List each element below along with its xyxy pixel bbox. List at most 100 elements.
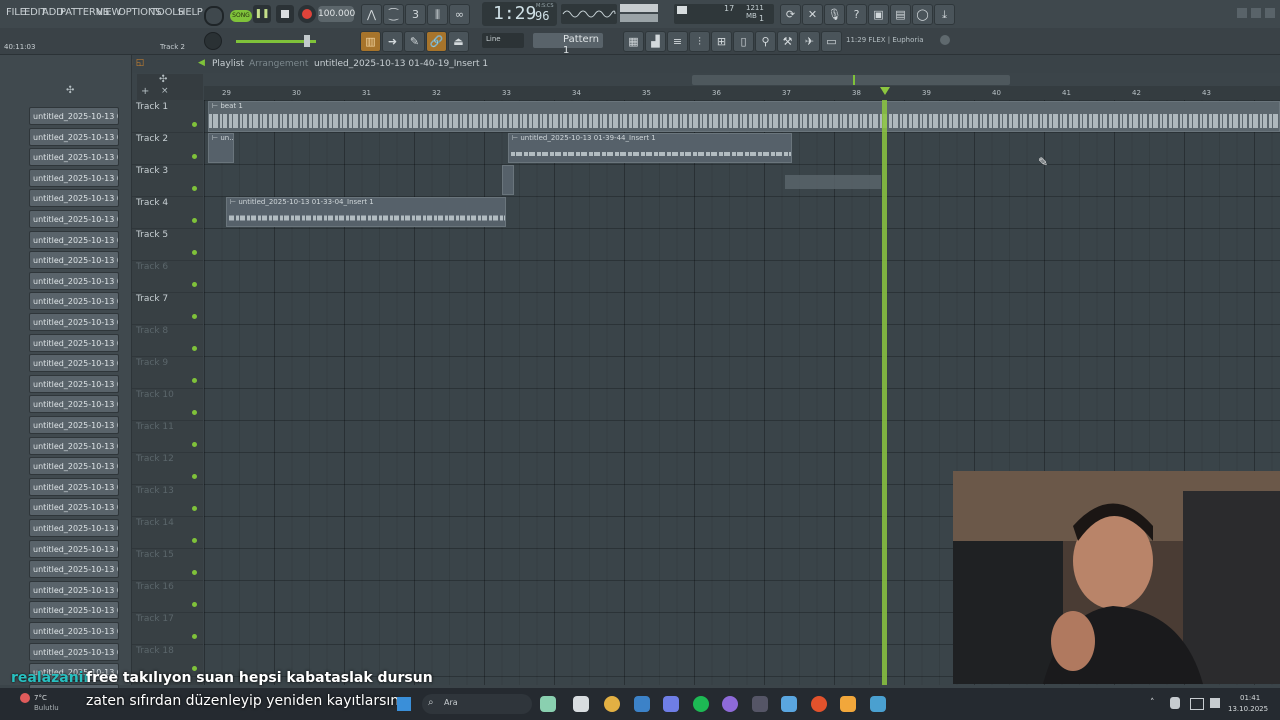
collapse-icon[interactable]: ×	[161, 86, 169, 96]
playlist-icon[interactable]: ▦	[623, 31, 644, 52]
clip-beat[interactable]: ⊢ beat 1	[208, 101, 1280, 132]
track-header[interactable]: Track 4	[132, 196, 203, 229]
media-icon[interactable]	[811, 696, 827, 712]
link-icon[interactable]: 🔗	[426, 31, 447, 52]
menu-help[interactable]: HELP	[178, 7, 203, 18]
browser-zoom-icon[interactable]: ✣	[66, 85, 74, 96]
browser-item[interactable]: untitled_2025-10-13 01-...	[29, 539, 119, 558]
track-mute-indicator[interactable]	[192, 442, 197, 447]
spotify-icon[interactable]	[693, 696, 709, 712]
explorer-icon[interactable]	[634, 696, 650, 712]
browser-item[interactable]: untitled_2025-10-13 01-...	[29, 622, 119, 640]
fl-studio-icon[interactable]	[840, 696, 856, 712]
volume-tray-icon[interactable]	[1210, 698, 1220, 708]
record-button[interactable]	[298, 5, 316, 23]
display-tray-icon[interactable]	[1190, 698, 1204, 710]
clip-insert-3304[interactable]: ⊢ untitled_2025-10-13 01-33-04_Insert 1	[226, 197, 506, 227]
track-mute-indicator[interactable]	[192, 154, 197, 159]
weather-icon[interactable]	[20, 693, 30, 703]
start-icon[interactable]	[397, 697, 411, 711]
tools-icon[interactable]: ⚒	[777, 31, 798, 52]
browser-item[interactable]: untitled_2025-10-13 01-...	[29, 127, 119, 146]
track-mute-indicator[interactable]	[192, 538, 197, 543]
browser-item[interactable]: untitled_2025-10-13 01-...	[29, 230, 119, 249]
arrow-icon[interactable]: ➜	[382, 31, 403, 52]
browser-item[interactable]: untitled_2025-10-13 01-...	[29, 457, 119, 476]
piano-icon[interactable]: ▥	[360, 31, 381, 52]
song-mode-toggle[interactable]: SONG	[230, 10, 252, 22]
track-mute-indicator[interactable]	[192, 186, 197, 191]
track-header[interactable]: Track 11	[132, 420, 203, 453]
track-header[interactable]: Track 17	[132, 612, 203, 645]
browser-item[interactable]: untitled_2025-10-13 01-...	[29, 333, 119, 352]
stamp-icon[interactable]: ⏏	[448, 31, 469, 52]
browser-item[interactable]: untitled_2025-10-13 01-...	[29, 292, 119, 311]
step-edit-icon[interactable]: ⫼	[427, 4, 448, 25]
menu-file[interactable]: FILE	[6, 7, 26, 18]
maximize-icon[interactable]	[1251, 8, 1261, 18]
settings-icon[interactable]	[781, 696, 797, 712]
clip-faded[interactable]	[785, 175, 881, 189]
track-mute-indicator[interactable]	[192, 506, 197, 511]
clock-date[interactable]: 13.10.2025	[1228, 705, 1268, 713]
app-icon[interactable]	[752, 696, 768, 712]
browser-icon[interactable]: ▯	[733, 31, 754, 52]
pitch-knob[interactable]	[204, 32, 222, 50]
master-volume-knob[interactable]	[204, 6, 224, 26]
track-mute-indicator[interactable]	[192, 570, 197, 575]
pause-icon[interactable]: ❚❚	[253, 5, 271, 23]
news-icon[interactable]	[940, 35, 950, 45]
browser-item[interactable]: untitled_2025-10-13 01-...	[29, 436, 119, 455]
render-icon[interactable]: ▤	[890, 4, 911, 25]
track-header[interactable]: Track 13	[132, 484, 203, 517]
track-header[interactable]: Track 1	[132, 100, 203, 133]
snap-select[interactable]: Line	[482, 33, 524, 48]
track-mute-indicator[interactable]	[192, 410, 197, 415]
track-header[interactable]: Track 14	[132, 516, 203, 549]
tray-chevron-icon[interactable]: ˄	[1150, 698, 1155, 708]
cpu-restart-icon[interactable]: ⟳	[780, 4, 801, 25]
track-header[interactable]: Track 8	[132, 324, 203, 357]
discord-icon[interactable]	[663, 696, 679, 712]
browser-item[interactable]: untitled_2025-10-13 01-...	[29, 416, 119, 434]
widgets-icon[interactable]	[540, 696, 556, 712]
record-history-icon[interactable]: ✈	[799, 31, 820, 52]
obs-icon[interactable]	[722, 696, 738, 712]
piano-roll-icon[interactable]: ▟	[645, 31, 666, 52]
track-mute-indicator[interactable]	[192, 378, 197, 383]
track-header[interactable]: Track 2	[132, 132, 203, 165]
wait-input-icon[interactable]: ⁐	[383, 4, 404, 25]
playhead-marker-icon[interactable]	[880, 87, 890, 95]
pencil-icon[interactable]: ✎	[404, 31, 425, 52]
chat-icon[interactable]: ◯	[912, 4, 933, 25]
channel-icon[interactable]: ⊞	[711, 31, 732, 52]
track-header[interactable]: Track 6	[132, 260, 203, 293]
taskbar-search[interactable]: ⌕ Ara	[422, 694, 532, 714]
track-header[interactable]: Track 3	[132, 164, 203, 197]
browser-item[interactable]: untitled_2025-10-13 01-...	[29, 601, 119, 620]
countdown-icon[interactable]: 3	[405, 4, 426, 25]
playlist-breadcrumb[interactable]: untitled_2025-10-13 01-40-19_Insert 1	[314, 59, 488, 69]
save-icon[interactable]: ▣	[868, 4, 889, 25]
browser-item[interactable]: untitled_2025-10-13 01-...	[29, 642, 119, 661]
browser-item[interactable]: untitled_2025-10-13 01-...	[29, 107, 119, 125]
browser-item[interactable]: untitled_2025-10-13 01-...	[29, 271, 119, 290]
browser-item[interactable]: untitled_2025-10-13 01-...	[29, 519, 119, 537]
pattern-select[interactable]: Pattern 1	[533, 33, 603, 56]
browser-item[interactable]: untitled_2025-10-13 01-...	[29, 168, 119, 187]
download-icon[interactable]: ⤓	[934, 4, 955, 25]
zoom-icon[interactable]: ✣	[159, 74, 167, 85]
browser-item[interactable]: untitled_2025-10-13 01-...	[29, 395, 119, 414]
browser-item[interactable]: untitled_2025-10-13 01-...	[29, 374, 119, 393]
track-header[interactable]: Track 12	[132, 452, 203, 485]
track-header[interactable]: Track 5	[132, 228, 203, 261]
metronome-icon[interactable]: ⋀	[361, 4, 382, 25]
track-mute-indicator[interactable]	[192, 634, 197, 639]
browser-item[interactable]: untitled_2025-10-13 01-...	[29, 580, 119, 599]
playhead[interactable]	[882, 100, 887, 685]
browser-item[interactable]: untitled_2025-10-13 01-...	[29, 498, 119, 517]
track-mute-indicator[interactable]	[192, 122, 197, 127]
add-track-icon[interactable]: +	[141, 86, 149, 97]
track-header[interactable]: Track 10	[132, 388, 203, 421]
microphone-icon[interactable]: 🎙	[824, 4, 845, 25]
